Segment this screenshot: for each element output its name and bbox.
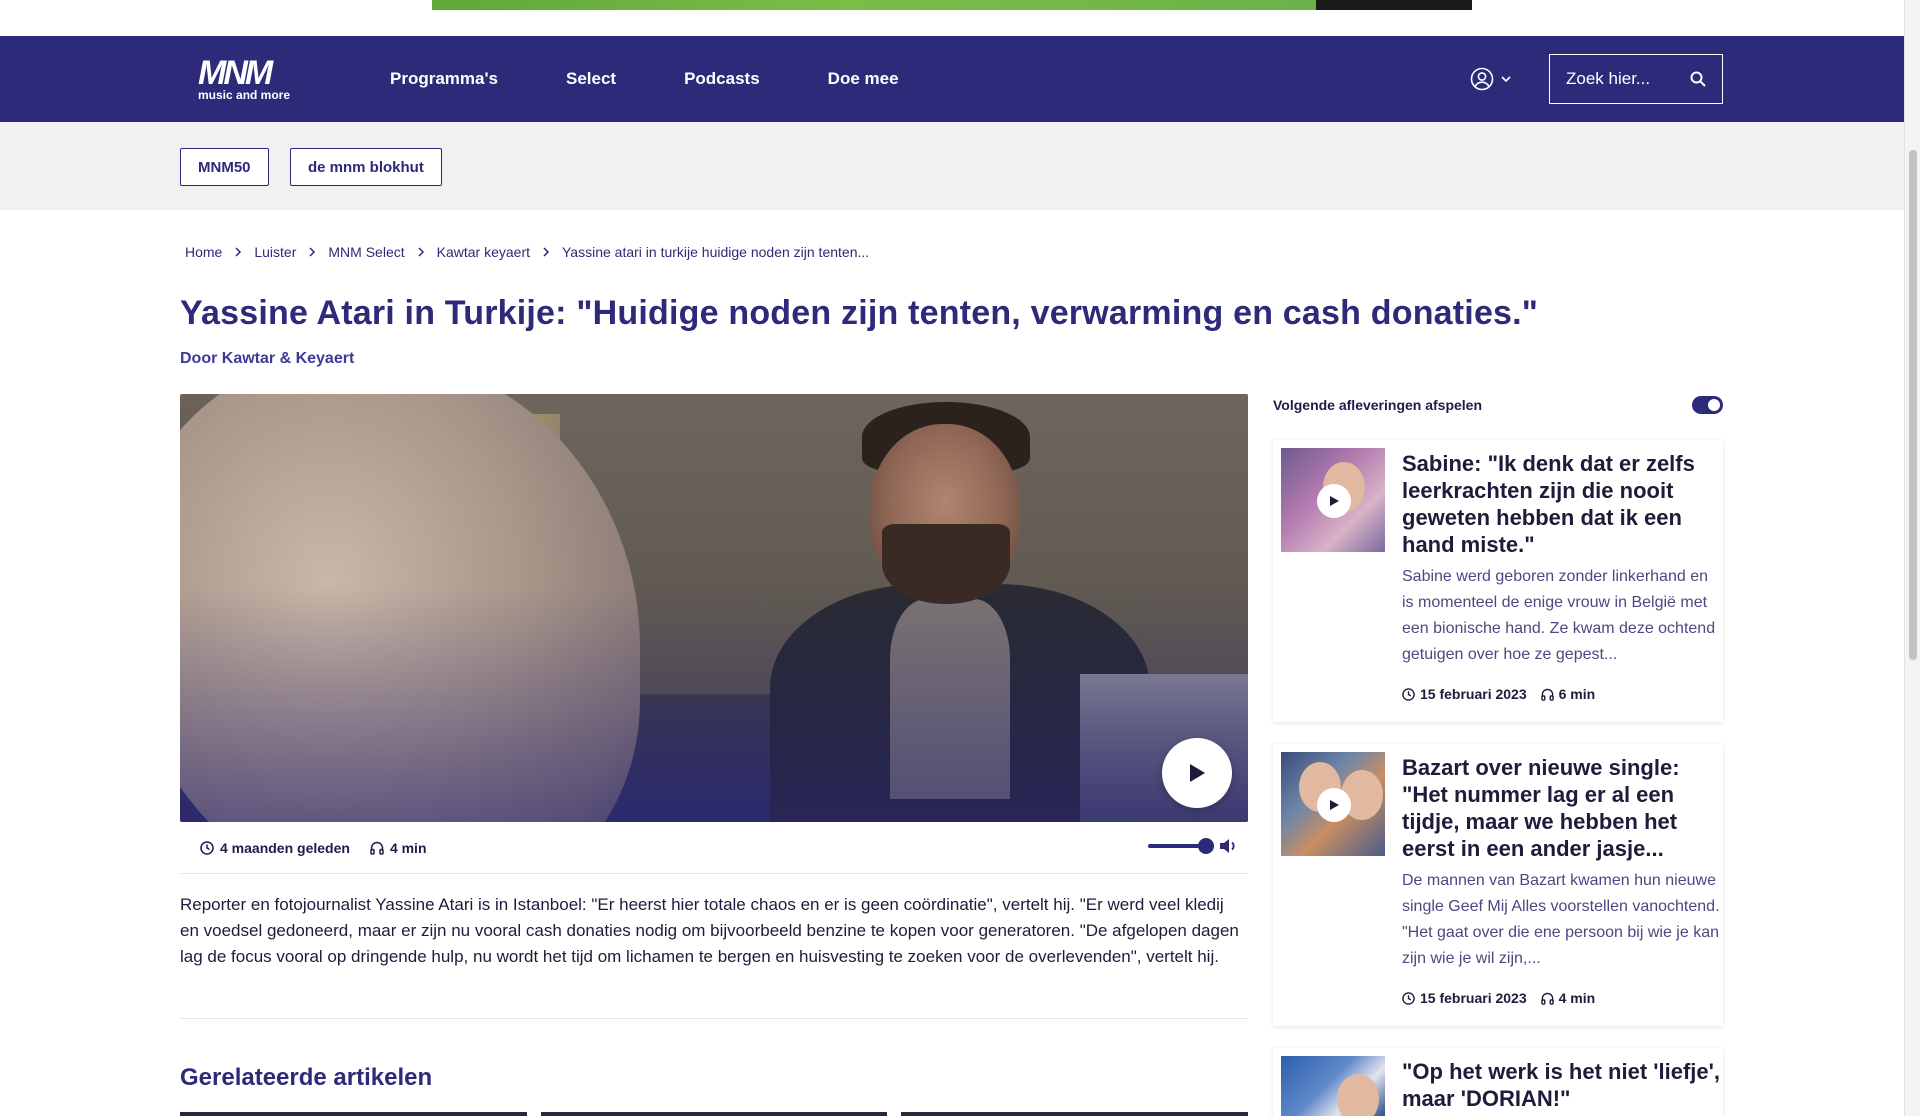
nav-select[interactable]: Select <box>566 69 616 89</box>
volume-slider-handle[interactable] <box>1198 838 1214 854</box>
scrollbar-thumb[interactable] <box>1909 150 1917 660</box>
episode-duration: 6 min <box>1540 686 1596 702</box>
ad-banner[interactable] <box>432 0 1472 10</box>
episode-thumbnail[interactable] <box>1281 1056 1385 1116</box>
speaker-icon[interactable] <box>1218 836 1240 856</box>
episode-date: 15 februari 2023 <box>1402 990 1527 1006</box>
related-articles-list <box>180 1112 1249 1116</box>
related-article-card[interactable] <box>180 1112 527 1116</box>
headphones-icon <box>1540 992 1554 1005</box>
episode-duration: 4 min <box>1540 990 1596 1006</box>
user-icon <box>1470 67 1494 91</box>
episode-description: De mannen van Bazart kwamen hun nieuwe s… <box>1402 872 1720 967</box>
episode-title[interactable]: Bazart over nieuwe single: "Het nummer l… <box>1402 754 1720 862</box>
episode-card[interactable]: Bazart over nieuwe single: "Het nummer l… <box>1273 744 1723 1026</box>
breadcrumb-current: Yassine atari in turkije huidige noden z… <box>562 244 870 260</box>
account-menu-button[interactable] <box>1470 64 1512 94</box>
duration-meta: 4 min <box>370 840 427 856</box>
chevron-right-icon <box>308 244 316 260</box>
play-button[interactable] <box>1162 738 1232 808</box>
episode-card[interactable]: "Op het werk is het niet 'liefje', maar … <box>1273 1048 1723 1116</box>
clock-icon <box>1402 687 1415 701</box>
episode-card[interactable]: Sabine: "Ik denk dat er zelfs leerkracht… <box>1273 440 1723 722</box>
play-button[interactable] <box>1317 484 1351 518</box>
nav-podcasts[interactable]: Podcasts <box>684 69 760 89</box>
autoplay-row: Volgende afleveringen afspelen <box>1273 394 1723 416</box>
search-box <box>1549 54 1723 104</box>
episode-meta: 15 februari 2023 4 min <box>1402 990 1609 1006</box>
breadcrumb-mnm-select[interactable]: MNM Select <box>328 244 404 260</box>
episode-title[interactable]: Sabine: "Ik denk dat er zelfs leerkracht… <box>1402 450 1720 558</box>
chevron-right-icon <box>417 244 425 260</box>
related-article-card[interactable] <box>540 1112 888 1116</box>
headphones-icon <box>370 841 384 855</box>
divider <box>180 1018 1248 1019</box>
volume-slider[interactable] <box>1148 838 1214 854</box>
episode-duration-text: 4 min <box>1558 990 1596 1006</box>
episode-date-text: 15 februari 2023 <box>1420 990 1527 1006</box>
episode-thumbnail[interactable] <box>1281 448 1385 552</box>
published-meta: 4 maanden geleden <box>200 840 350 856</box>
related-articles-heading: Gerelateerde artikelen <box>180 1064 433 1091</box>
video-player[interactable] <box>180 394 1248 822</box>
video-overlay <box>180 394 1248 822</box>
nav-programmas[interactable]: Programma's <box>390 69 498 89</box>
clock-icon <box>200 840 214 855</box>
related-article-card[interactable] <box>901 1112 1249 1116</box>
player-meta-bar: 4 maanden geleden 4 min <box>180 822 1248 874</box>
tag-bar: MNM50 de mnm blokhut <box>0 122 1904 210</box>
logo-tagline: music and more <box>198 88 291 102</box>
chevron-right-icon <box>542 244 550 260</box>
autoplay-toggle[interactable] <box>1692 396 1723 414</box>
breadcrumb-kawtar-keyaert[interactable]: Kawtar keyaert <box>437 244 530 260</box>
site-logo[interactable]: MNM music and more <box>198 54 316 102</box>
play-icon <box>1190 764 1205 782</box>
nav-doe-mee[interactable]: Doe mee <box>828 69 899 89</box>
logo-mark: MNM <box>198 54 273 92</box>
episode-thumbnail[interactable] <box>1281 752 1385 856</box>
breadcrumb-home[interactable]: Home <box>185 244 222 260</box>
article-byline: Door Kawtar & Keyaert <box>180 350 355 367</box>
main-nav: Programma's Select Podcasts Doe mee <box>390 36 967 122</box>
volume-control <box>1148 836 1240 856</box>
chevron-right-icon <box>234 244 242 260</box>
episode-description: Sabine werd geboren zonder linkerhand en… <box>1402 568 1716 663</box>
search-input[interactable] <box>1566 69 1682 89</box>
top-ad-strip <box>0 0 1904 36</box>
article-title: Yassine Atari in Turkije: "Huidige noden… <box>180 294 1539 332</box>
headphones-icon <box>1540 688 1554 701</box>
search-icon[interactable] <box>1690 71 1706 87</box>
breadcrumb-luister[interactable]: Luister <box>254 244 296 260</box>
episode-date-text: 15 februari 2023 <box>1420 686 1527 702</box>
tag-de-mnm-blokhut[interactable]: de mnm blokhut <box>290 148 442 186</box>
episode-meta: 15 februari 2023 6 min <box>1402 686 1609 702</box>
site-header: MNM music and more Programma's Select Po… <box>0 36 1904 122</box>
chevron-down-icon <box>1501 76 1511 83</box>
episode-duration-text: 6 min <box>1558 686 1596 702</box>
duration: 4 min <box>389 839 427 856</box>
play-icon <box>1329 800 1339 810</box>
article-body: Reporter en fotojournalist Yassine Atari… <box>180 895 1239 966</box>
published-time: 4 maanden geleden <box>220 839 350 856</box>
tag-mnm50[interactable]: MNM50 <box>180 148 269 186</box>
play-icon <box>1329 496 1339 506</box>
autoplay-label: Volgende afleveringen afspelen <box>1273 397 1483 413</box>
play-button[interactable] <box>1317 788 1351 822</box>
clock-icon <box>1402 991 1415 1005</box>
breadcrumb: Home Luister MNM Select Kawtar keyaert Y… <box>185 244 869 260</box>
episode-date: 15 februari 2023 <box>1402 686 1527 702</box>
episode-title[interactable]: "Op het werk is het niet 'liefje', maar … <box>1402 1058 1720 1112</box>
page-scrollbar[interactable] <box>1904 0 1920 1116</box>
